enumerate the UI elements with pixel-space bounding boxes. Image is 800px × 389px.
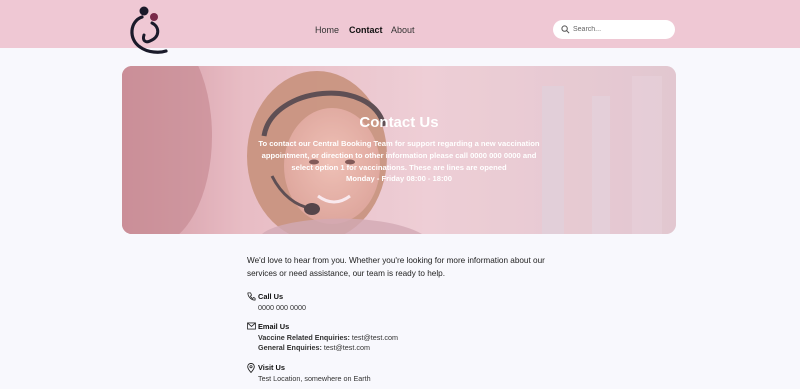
hero-banner: Contact Us To contact our Central Bookin… [122,66,676,234]
nav-contact-link[interactable]: Contact [349,25,383,35]
page-title: Contact Us [359,114,439,131]
nav-about-link[interactable]: About [391,25,415,35]
hero-line: appointment, or direction to other infor… [261,150,537,160]
search-icon [561,25,570,34]
general-enquiries-label: General Enquiries: [258,343,322,352]
general-enquiries: General Enquiries: test@test.com [258,343,370,352]
phone-number[interactable]: 0000 000 0000 [258,303,306,312]
phone-icon [247,292,256,301]
hero-line: select option 1 for vaccinations. These … [291,162,507,172]
call-title: Call Us [258,292,284,301]
mail-icon [247,322,256,330]
hero-description: To contact our Central Booking Team for … [254,138,544,185]
visit-title: Visit Us [258,363,285,372]
email-title: Email Us [258,322,290,331]
vaccine-enquiries: Vaccine Related Enquiries: test@test.com [258,333,398,342]
hero-line: To contact our Central Booking Team for … [258,139,540,148]
vaccine-enquiries-label: Vaccine Related Enquiries: [258,333,350,342]
location-pin-icon [247,363,255,373]
hero-line: Monday - Friday 08:00 - 18:00 [346,174,452,184]
location-text: Test Location, somewhere on Earth [258,374,371,383]
search-box[interactable] [553,20,675,39]
site-header: Home Contact About [0,0,800,54]
intro-text: We'd love to hear from you. Whether you'… [247,256,545,278]
nav-home-link[interactable]: Home [315,25,339,35]
vaccine-email-link[interactable]: test@test.com [352,333,398,342]
general-email-link[interactable]: test@test.com [324,343,370,352]
main-nav: Home Contact About [0,25,800,37]
search-input[interactable] [573,23,668,36]
